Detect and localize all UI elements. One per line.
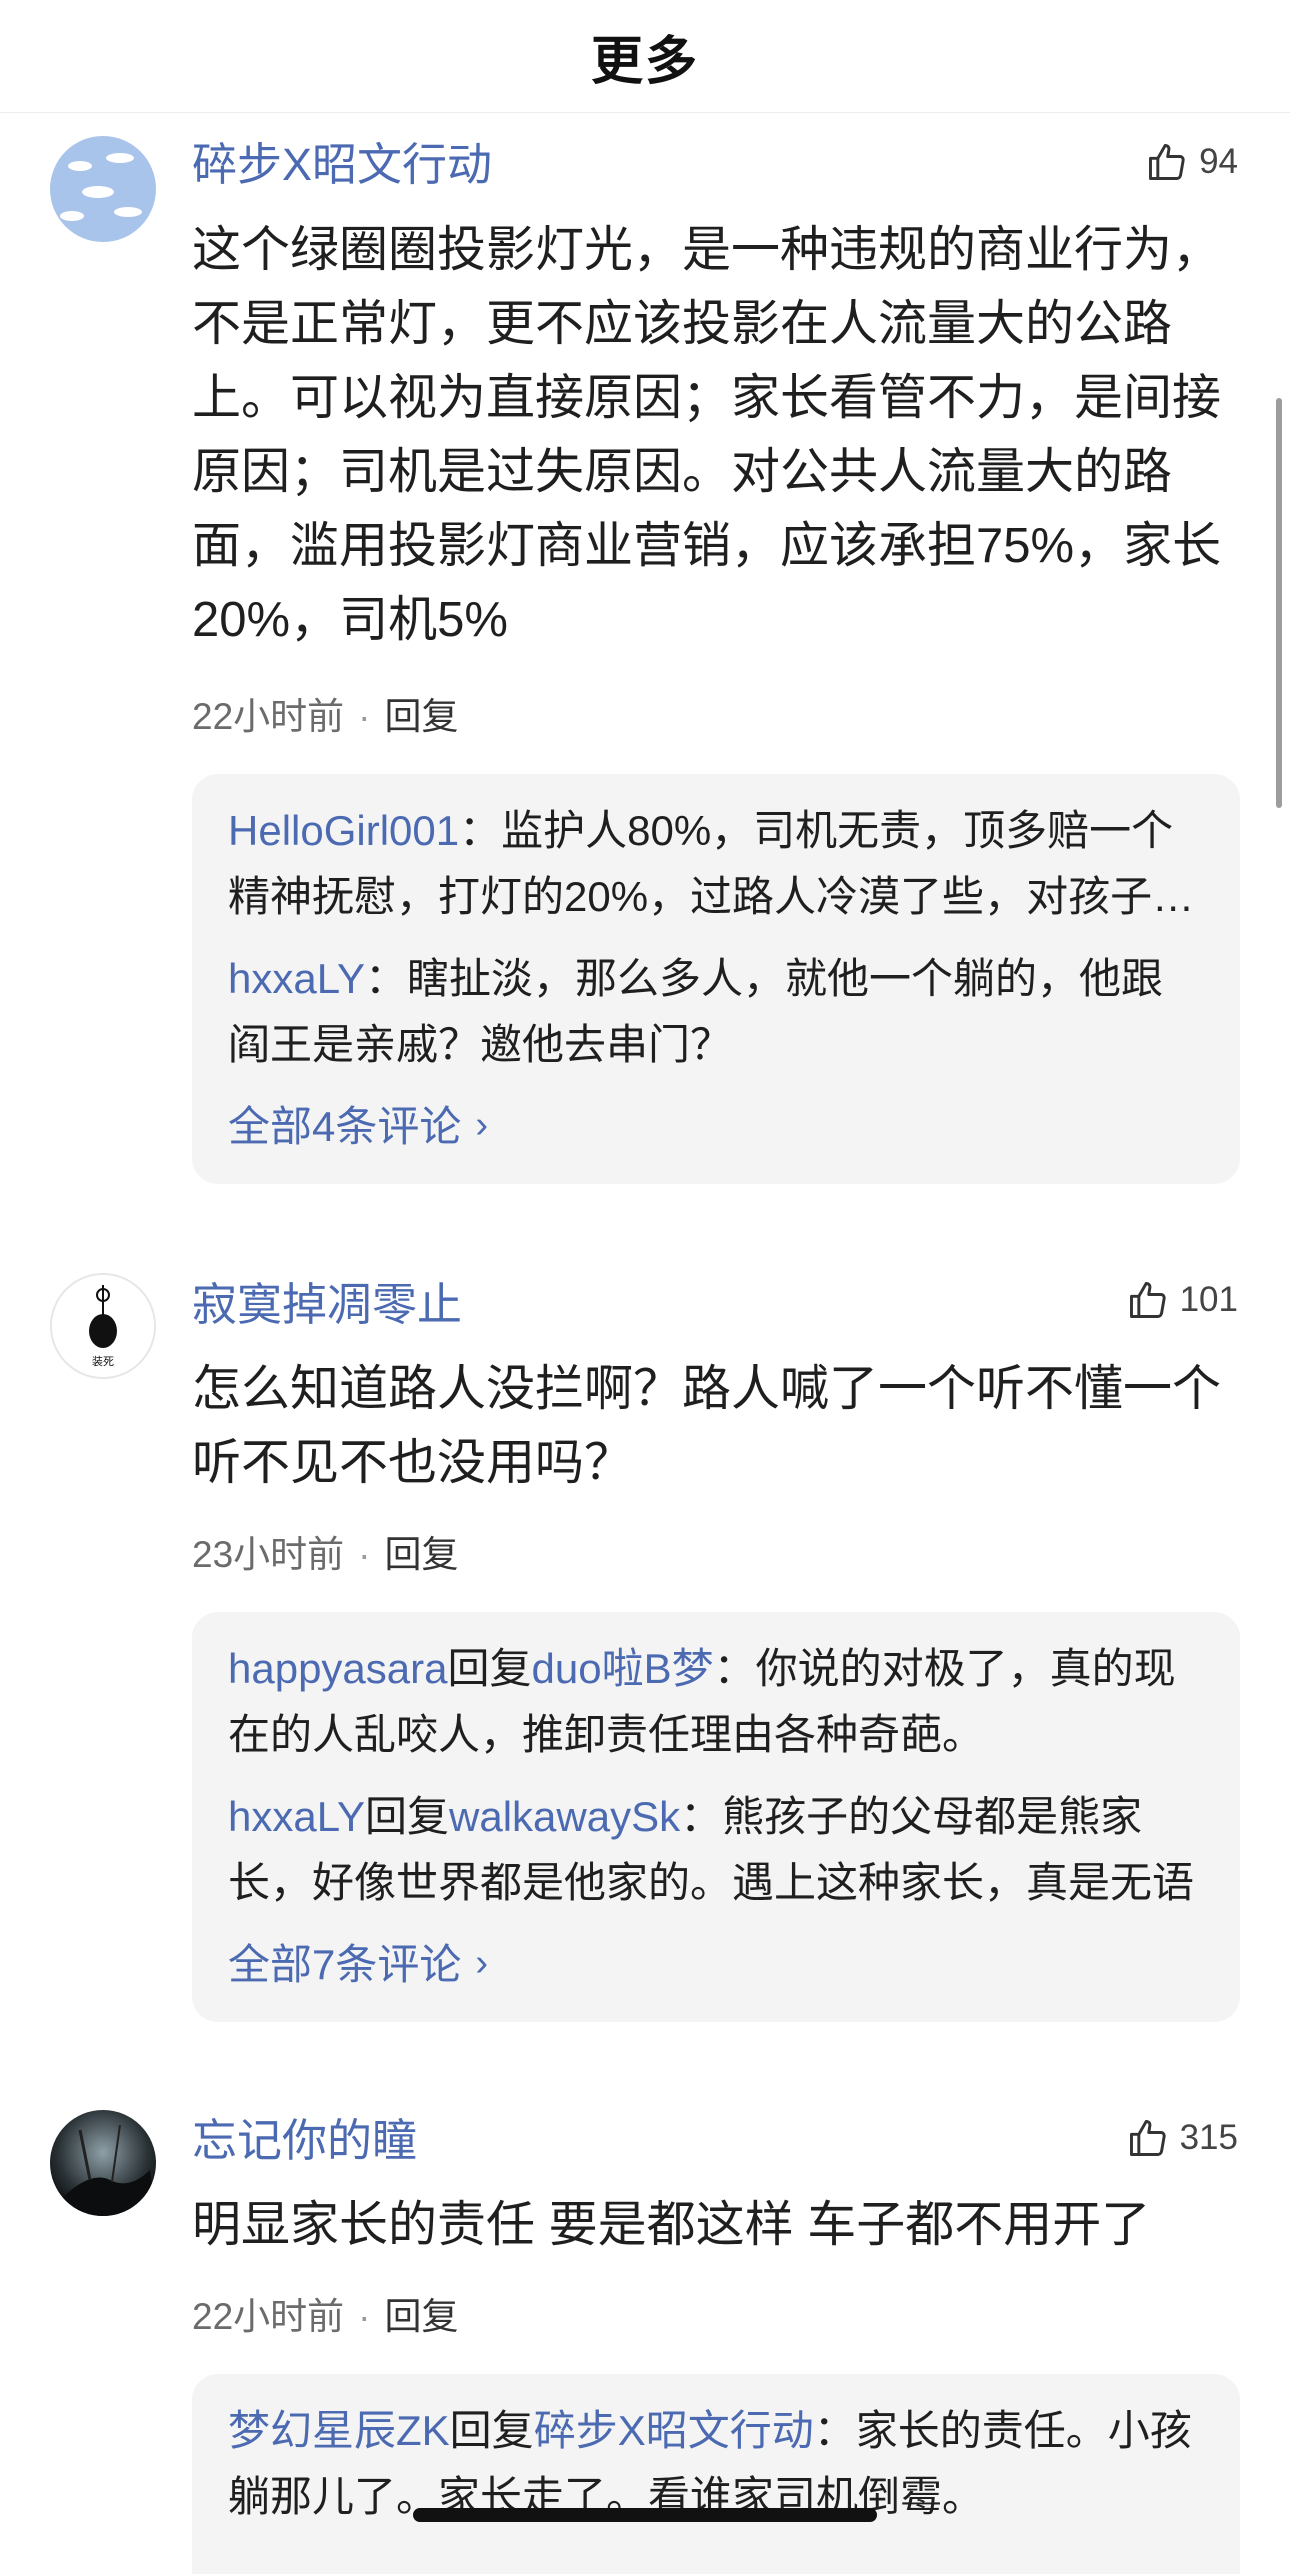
page-title: 更多 bbox=[590, 32, 699, 91]
comment-time: 23小时前 bbox=[192, 1534, 345, 1575]
comment-username[interactable]: 寂寞掉凋零止 bbox=[192, 1268, 462, 1333]
avatar[interactable] bbox=[50, 136, 156, 242]
comment-username[interactable]: 忘记你的瞳 bbox=[192, 2104, 417, 2169]
avatar[interactable] bbox=[50, 2110, 156, 2216]
reply-username[interactable]: HelloGirl001 bbox=[228, 807, 459, 854]
chevron-right-icon: › bbox=[475, 1942, 489, 1984]
view-all-replies-link[interactable]: 全部7条评论 › bbox=[228, 1932, 1204, 1998]
reply-button[interactable]: 回复 bbox=[384, 2296, 458, 2337]
reply-box: 梦幻星辰ZK回复碎步X昭文行动：家长的责任。小孩躺那儿了。家长走了。看谁家司机倒… bbox=[192, 2374, 1240, 2574]
reply-target-username[interactable]: walkawaySk bbox=[449, 1793, 680, 1840]
reply-target-username[interactable]: duo啦B梦 bbox=[532, 1645, 714, 1692]
comment-meta: 23小时前 · 回复 bbox=[192, 1534, 459, 1575]
comment-text: 怎么知道路人没拦啊？路人喊了一个听不懂一个听不见不也没用吗？ bbox=[192, 1362, 1222, 1490]
view-all-replies-link[interactable]: 全部4条评论 › bbox=[228, 1094, 1204, 1160]
reply-username[interactable]: hxxaLY bbox=[228, 1793, 365, 1840]
thumbs-up-icon bbox=[1129, 1282, 1166, 1318]
reply-item[interactable]: happyasara回复duo啦B梦：你说的对极了，真的现在的人乱咬人，推卸责任… bbox=[228, 1636, 1204, 1768]
reply-button[interactable]: 回复 bbox=[384, 1534, 458, 1575]
reply-box: happyasara回复duo啦B梦：你说的对极了，真的现在的人乱咬人，推卸责任… bbox=[192, 1612, 1240, 2022]
thumbs-up-icon bbox=[1149, 144, 1185, 180]
home-indicator[interactable] bbox=[413, 2508, 877, 2522]
comment-meta: 22小时前 · 回复 bbox=[192, 2296, 459, 2337]
top-bar: 更多 bbox=[0, 0, 1290, 113]
reply-target-username[interactable]: 碎步X昭文行动 bbox=[534, 2407, 814, 2454]
reply-box: HelloGirl001：监护人80%，司机无责，顶多赔一个精神抚慰，打灯的20… bbox=[192, 774, 1240, 1184]
like-count: 101 bbox=[1179, 1280, 1238, 1319]
like-button[interactable]: 101 bbox=[1126, 1278, 1238, 1322]
like-button[interactable]: 315 bbox=[1126, 2116, 1238, 2160]
scrollbar[interactable] bbox=[1276, 398, 1282, 808]
reply-username[interactable]: 梦幻星辰ZK bbox=[228, 2407, 450, 2454]
reply-username[interactable]: hxxaLY bbox=[228, 955, 365, 1002]
reply-item[interactable]: hxxaLY回复walkawaySk：熊孩子的父母都是熊家长，好像世界都是他家的… bbox=[228, 1784, 1204, 1916]
avatar[interactable]: 装死 bbox=[50, 1273, 156, 1379]
comment-text: 这个绿圈圈投影灯光，是一种违规的商业行为，不是正常灯，更不应该投影在人流量大的公… bbox=[192, 223, 1222, 647]
thumbs-up-icon bbox=[1129, 2120, 1166, 2156]
avatar-caption: 装死 bbox=[92, 1355, 114, 1368]
reply-item[interactable]: hxxaLY：瞎扯淡，那么多人，就他一个躺的，他跟阎王是亲戚？邀他去串门？ bbox=[228, 946, 1204, 1078]
like-count: 94 bbox=[1199, 142, 1238, 181]
like-count: 315 bbox=[1179, 2118, 1238, 2157]
reply-button[interactable]: 回复 bbox=[384, 696, 458, 737]
comment-time: 22小时前 bbox=[192, 696, 345, 737]
comment-username[interactable]: 碎步X昭文行动 bbox=[192, 128, 492, 193]
chevron-right-icon: › bbox=[475, 1104, 489, 1146]
comment-text: 明显家长的责任 要是都这样 车子都不用开了 bbox=[192, 2198, 1151, 2252]
comment-meta: 22小时前 · 回复 bbox=[192, 696, 459, 737]
reply-username[interactable]: happyasara bbox=[228, 1645, 448, 1692]
comment-time: 22小时前 bbox=[192, 2296, 345, 2337]
like-button[interactable]: 94 bbox=[1145, 140, 1238, 184]
reply-item[interactable]: HelloGirl001：监护人80%，司机无责，顶多赔一个精神抚慰，打灯的20… bbox=[228, 798, 1204, 930]
